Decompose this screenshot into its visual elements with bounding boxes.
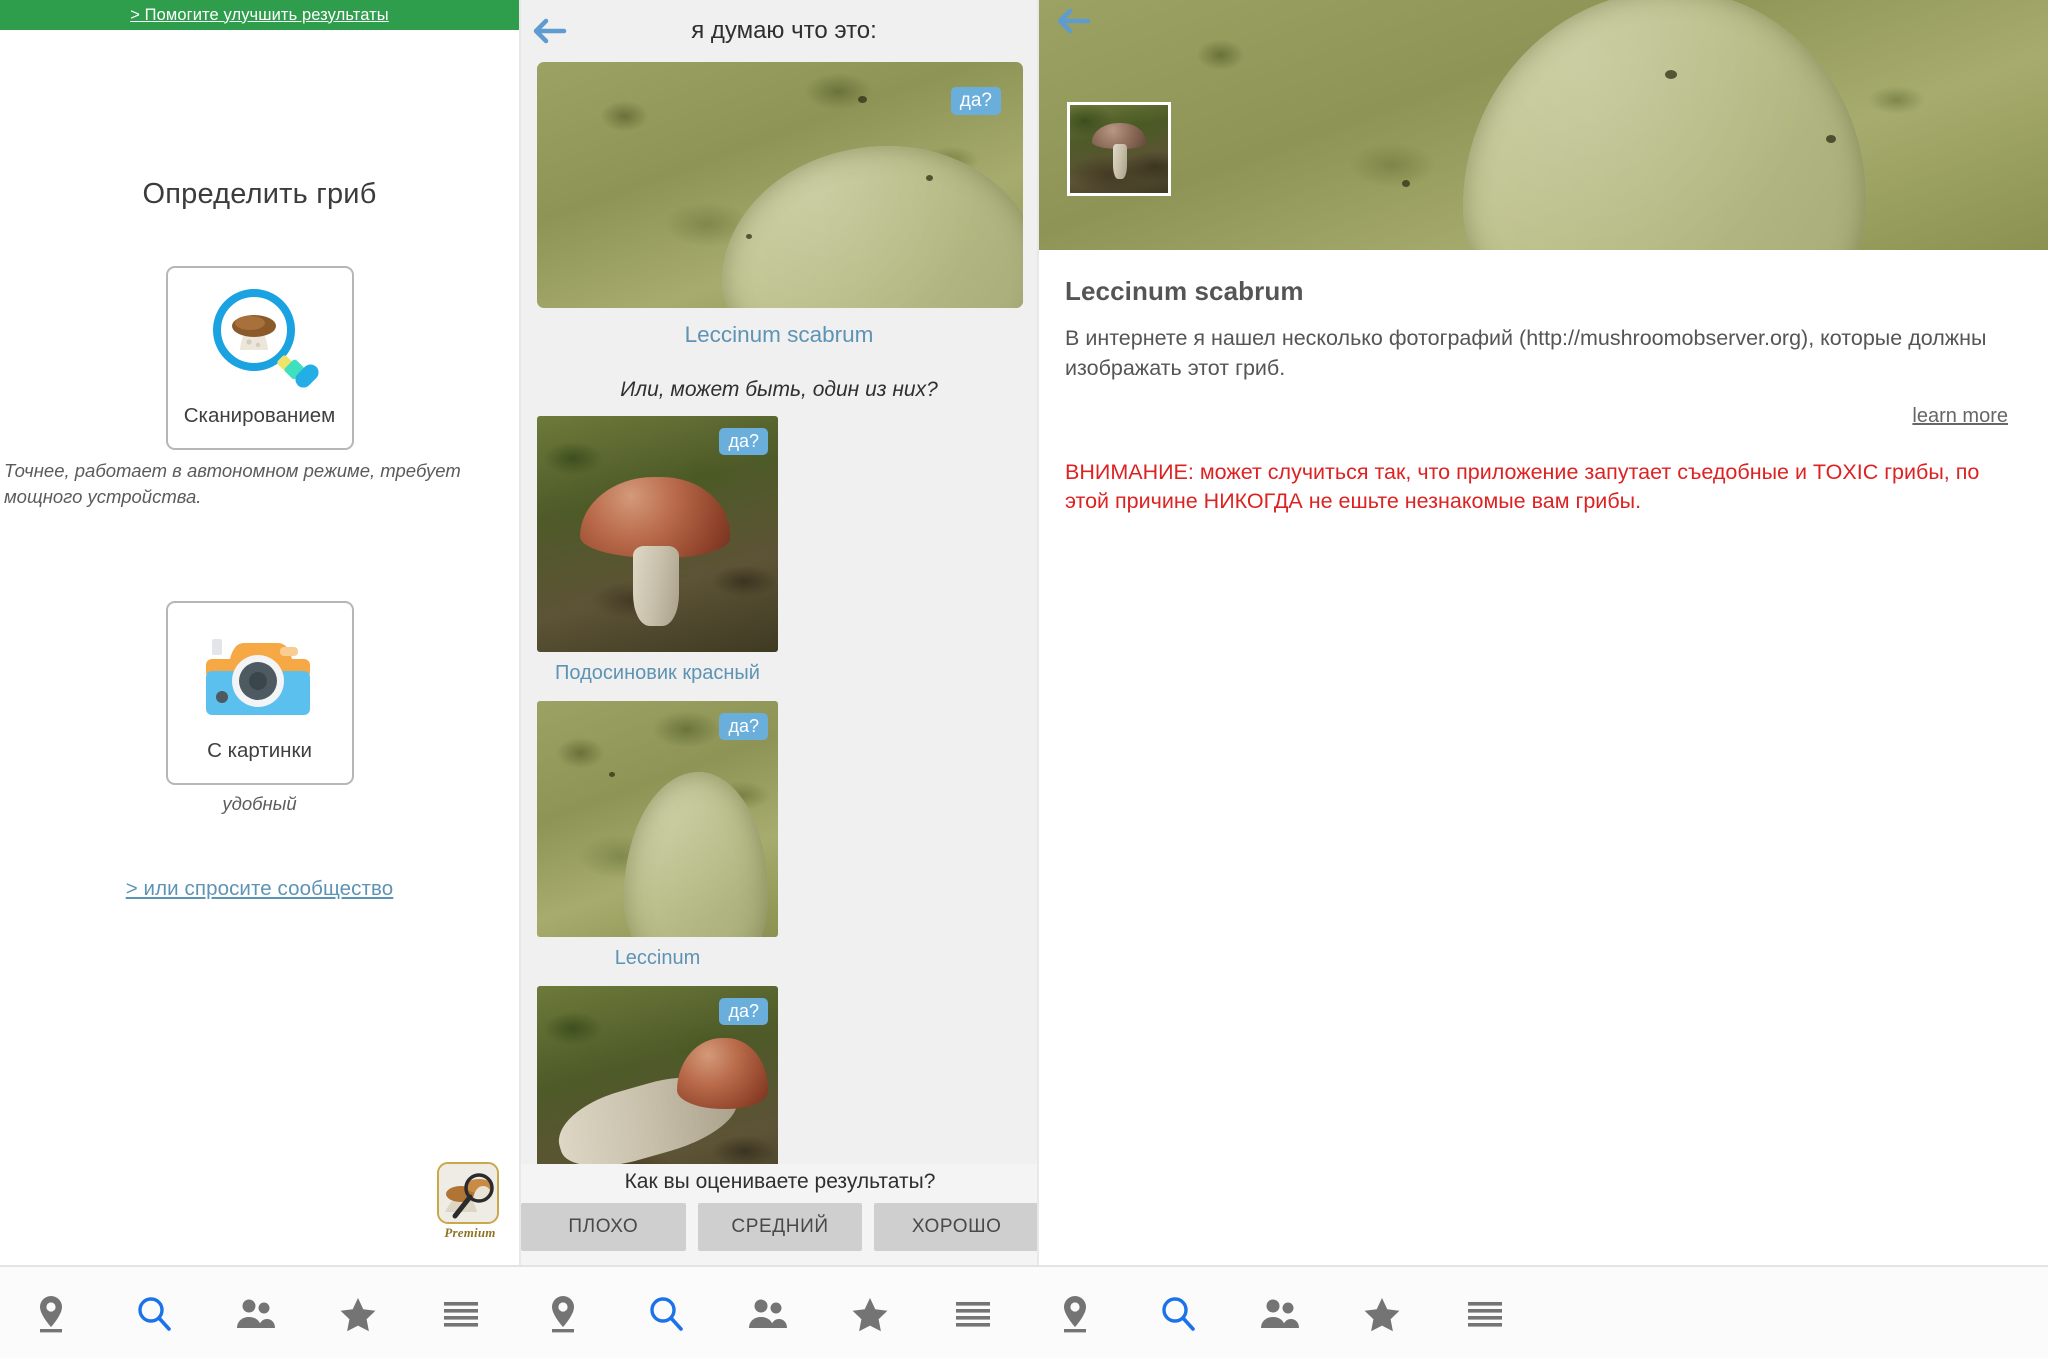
- search-icon[interactable]: [115, 1279, 193, 1349]
- star-icon[interactable]: [831, 1279, 909, 1349]
- scan-option-label: Сканированием: [183, 404, 336, 427]
- mushroom-stem-shape: [623, 771, 769, 937]
- mushroom-cap-shape: [676, 1037, 769, 1109]
- middle-pane: я думаю что это: да? Leccinum scabrum Ил…: [521, 0, 1039, 1265]
- mushroom-stem-shape: [633, 545, 680, 627]
- hero-caption[interactable]: Leccinum scabrum: [537, 322, 1021, 348]
- candidate-cell[interactable]: да? Leccinum: [537, 701, 778, 970]
- premium-badge-icon: [437, 1162, 499, 1224]
- middle-title: я думаю что это:: [691, 17, 877, 44]
- species-header-photo[interactable]: [1039, 0, 2048, 250]
- search-icon[interactable]: [627, 1279, 705, 1349]
- photo-speck: [1664, 70, 1677, 79]
- people-icon[interactable]: [1241, 1279, 1319, 1349]
- yes-badge[interactable]: да?: [719, 998, 768, 1025]
- rating-good-button[interactable]: ХОРОШО: [874, 1203, 1037, 1251]
- right-pane: Leccinum scabrum В интернете я нашел нес…: [1039, 0, 2048, 1265]
- improve-results-banner[interactable]: > Помогите улучшить результаты: [0, 0, 519, 30]
- identify-body: Определить гриб Сканированием Точнее, ра…: [0, 30, 519, 1265]
- nav-group: [1024, 1267, 1536, 1358]
- back-arrow-icon[interactable]: [1057, 8, 1091, 39]
- premium-badge[interactable]: Premium: [437, 1162, 503, 1242]
- yes-badge[interactable]: да?: [719, 428, 768, 455]
- location-pin-icon[interactable]: [12, 1279, 90, 1349]
- star-icon[interactable]: [319, 1279, 397, 1349]
- rating-question: Как вы оцениваете результаты?: [624, 1170, 936, 1193]
- people-icon[interactable]: [729, 1279, 807, 1349]
- camera-icon: [205, 638, 310, 715]
- species-name: Leccinum scabrum: [1065, 276, 1304, 306]
- photo-speck: [1826, 135, 1837, 143]
- panes-row: > Помогите улучшить результаты Определит…: [0, 0, 2048, 1265]
- photo-speck: [857, 96, 867, 104]
- nav-group: [512, 1267, 1024, 1358]
- star-icon[interactable]: [1343, 1279, 1421, 1349]
- improve-results-link[interactable]: > Помогите улучшить результаты: [130, 6, 389, 25]
- photo-speck: [609, 771, 616, 777]
- picture-option-note: удобный: [222, 792, 297, 814]
- app-screenshot: > Помогите улучшить результаты Определит…: [0, 0, 2048, 1358]
- search-icon[interactable]: [1139, 1279, 1217, 1349]
- location-pin-icon[interactable]: [1036, 1279, 1114, 1349]
- rating-buttons: ПЛОХО СРЕДНИЙ ХОРОШО: [521, 1203, 1037, 1251]
- menu-icon[interactable]: [1446, 1279, 1524, 1349]
- species-info: Leccinum scabrum В интернете я нашел нес…: [1039, 250, 2048, 516]
- rating-bad-button[interactable]: ПЛОХО: [521, 1203, 686, 1251]
- photo-speck: [1402, 180, 1411, 187]
- hero-result[interactable]: да? Leccinum scabrum: [521, 62, 1037, 348]
- candidate-photo[interactable]: да?: [537, 701, 778, 937]
- scan-option-note: Точнее, работает в автономном режиме, тр…: [4, 460, 461, 508]
- hero-mushroom-photo[interactable]: да?: [537, 62, 1023, 308]
- thumb-stem-shape: [1113, 143, 1127, 179]
- bottom-navigation: [0, 1265, 2048, 1358]
- candidate-grid: да? Подосиновик красный да? Leccinum да?: [521, 402, 1037, 1265]
- learn-more-link[interactable]: learn more: [1065, 405, 2016, 428]
- candidate-photo[interactable]: да?: [537, 416, 778, 652]
- picture-option-label: С картинки: [207, 738, 312, 762]
- people-icon[interactable]: [217, 1279, 295, 1349]
- rating-bar: Как вы оцениваете результаты? ПЛОХО СРЕД…: [521, 1164, 1037, 1265]
- left-pane: > Помогите улучшить результаты Определит…: [0, 0, 521, 1265]
- yes-badge[interactable]: да?: [719, 713, 768, 740]
- species-description: В интернете я нашел несколько фотографий…: [1065, 326, 1987, 380]
- middle-header: я думаю что это:: [521, 0, 1037, 62]
- toxicity-warning: ВНИМАНИЕ: может случиться так, что прило…: [1065, 460, 1980, 514]
- yes-badge[interactable]: да?: [950, 87, 1001, 115]
- picture-option-card[interactable]: С картинки: [165, 600, 354, 785]
- back-arrow-icon[interactable]: [521, 18, 579, 44]
- header-stem-shape: [1462, 0, 1867, 250]
- candidate-caption[interactable]: Подосиновик красный: [537, 662, 778, 685]
- location-pin-icon[interactable]: [524, 1279, 602, 1349]
- candidate-caption[interactable]: Leccinum: [537, 947, 778, 970]
- nav-group: [0, 1267, 512, 1358]
- rating-average-button[interactable]: СРЕДНИЙ: [697, 1203, 863, 1251]
- page-title: Определить гриб: [142, 178, 377, 210]
- hero-stem-shape: [721, 145, 1023, 308]
- photo-speck: [925, 175, 933, 182]
- ask-community-link[interactable]: > или спросите сообщество: [126, 877, 394, 901]
- alternatives-prompt: Или, может быть, один из них?: [620, 378, 938, 401]
- candidate-cell[interactable]: да? Подосиновик красный: [537, 416, 778, 685]
- menu-icon[interactable]: [422, 1279, 500, 1349]
- premium-badge-label: Premium: [444, 1225, 496, 1240]
- species-thumbnail[interactable]: [1067, 102, 1171, 196]
- mushroom-magnifier-icon: [212, 289, 319, 388]
- scan-option-card[interactable]: Сканированием: [165, 266, 354, 450]
- menu-icon[interactable]: [934, 1279, 1012, 1349]
